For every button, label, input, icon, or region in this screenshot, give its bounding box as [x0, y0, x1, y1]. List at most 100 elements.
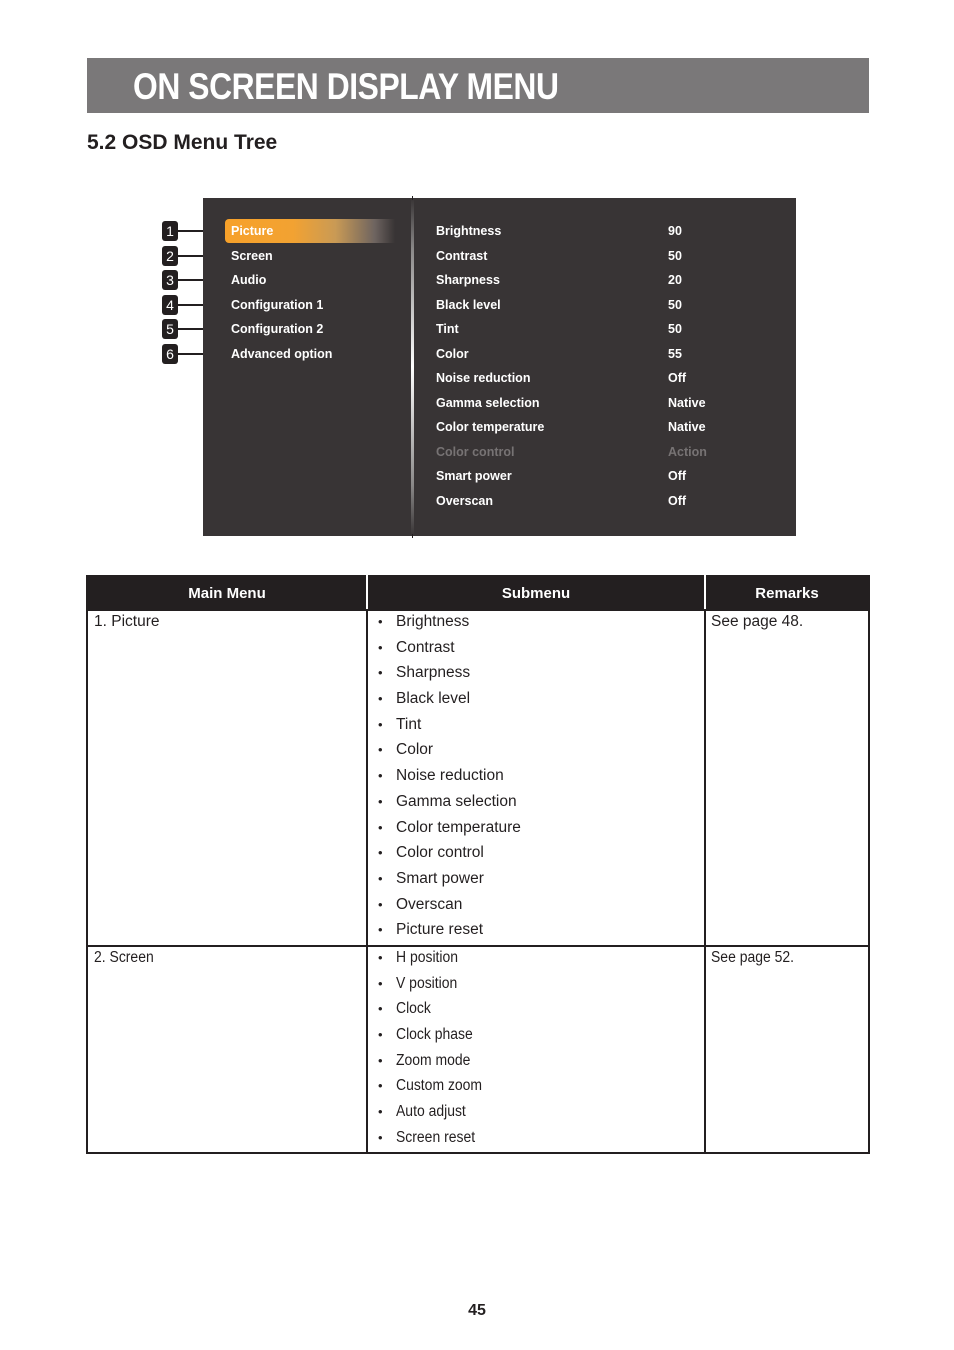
osd-setting-value: 50 [668, 322, 682, 336]
callout-number-badge: 4 [162, 294, 178, 315]
bullet-icon: • [378, 614, 383, 629]
osd-setting-label[interactable]: Smart power [436, 469, 512, 483]
bullet-icon: • [378, 1052, 383, 1068]
list-item: • Gamma selection [378, 791, 704, 817]
main-menu-label: 1. Picture [94, 613, 160, 630]
submenu-item-label: Brightness [396, 613, 470, 630]
osd-setting-label[interactable]: Color [436, 347, 469, 361]
osd-panel-divider [411, 198, 414, 536]
bullet-icon: • [378, 1129, 383, 1145]
submenu-item-label: Overscan [396, 895, 463, 913]
list-item: • Brightness [378, 611, 704, 637]
osd-divider-tick-top [412, 196, 413, 200]
bullet-icon: • [378, 922, 383, 938]
osd-main-item-configuration-1[interactable]: Configuration 1 [225, 293, 395, 317]
bullet-icon: • [378, 639, 383, 655]
osd-setting-label[interactable]: Gamma selection [436, 396, 540, 410]
list-item: • Auto adjust [378, 1101, 704, 1127]
list-item: • Sharpness [378, 662, 704, 688]
submenu-item-label: Screen reset [396, 1128, 476, 1146]
bullet-icon: • [378, 665, 383, 681]
submenu-item-label: Noise reduction [396, 767, 504, 785]
osd-setting-value: Native [668, 420, 706, 434]
submenu-item-label: H position [396, 948, 459, 966]
header-main-menu: Main Menu [86, 575, 368, 611]
menu-tree-table: Main Menu Submenu Remarks 1. Picture • Bri… [86, 575, 870, 1155]
osd-setting-label[interactable]: Tint [436, 322, 459, 336]
osd-setting-value: 50 [668, 248, 682, 263]
bullet-icon: • [378, 896, 383, 912]
page-number: 45 [468, 1302, 486, 1319]
list-item: • Color temperature [378, 817, 704, 843]
osd-main-item-advanced-option[interactable]: Advanced option [225, 342, 395, 366]
osd-setting-label[interactable]: Contrast [436, 249, 487, 263]
bullet-icon: • [378, 793, 383, 809]
submenu-item-label: Gamma selection [396, 792, 517, 810]
section-title: 5.2 OSD Menu Tree [87, 131, 278, 154]
submenu-item-label: Picture reset [396, 921, 484, 939]
list-item: • Overscan [378, 894, 704, 920]
submenu-item-label: Color control [396, 844, 484, 862]
submenu-item-label: Auto adjust [396, 1103, 466, 1121]
osd-setting-value: Off [668, 371, 687, 385]
list-item: • Noise reduction [378, 765, 704, 791]
submenu-item-label: V position [396, 974, 458, 992]
bullet-icon: • [378, 1001, 383, 1017]
osd-setting-label[interactable]: Black level [436, 298, 501, 312]
bullet-icon: • [378, 1104, 383, 1120]
osd-setting-value: 55 [668, 346, 682, 361]
remarks-page-reference: See page 48. [711, 613, 804, 630]
submenu-item-label: Sharpness [396, 664, 471, 682]
callout-number-badge: 3 [162, 270, 178, 291]
list-item: • Clock [378, 998, 704, 1024]
bullet-icon: • [378, 768, 383, 784]
callout-number-badge: 5 [162, 319, 178, 340]
submenu-item-label: Custom zoom [396, 1077, 483, 1095]
chapter-title: ON SCREEN DISPLAY MENU [133, 66, 559, 107]
osd-setting-value: Off [668, 493, 687, 508]
osd-main-item-screen[interactable]: Screen [225, 244, 395, 268]
osd-setting-label[interactable]: Brightness [436, 224, 501, 238]
remarks-page-reference: See page 52. [711, 948, 795, 966]
bullet-icon: • [378, 975, 383, 991]
table-row: 2. Screen • H position • V position • Clock • Cl… [86, 944, 870, 1155]
osd-setting-label[interactable]: Sharpness [436, 273, 500, 287]
list-item: • H position [378, 947, 704, 973]
osd-main-item-audio[interactable]: Audio [225, 268, 395, 292]
osd-setting-label[interactable]: Noise reduction [436, 371, 530, 385]
submenu-item-label: Tint [396, 715, 422, 733]
osd-main-item-configuration-2[interactable]: Configuration 2 [225, 317, 395, 341]
osd-setting-value: 90 [668, 224, 682, 238]
osd-setting-label[interactable]: Color temperature [436, 420, 544, 434]
list-item: • Black level [378, 688, 704, 714]
cell-remarks: See page 52. [704, 944, 870, 1155]
submenu-item-label: Color temperature [396, 818, 521, 836]
osd-setting-value: Action [668, 444, 707, 459]
header-submenu: Submenu [366, 575, 706, 611]
callout-number-badge: 6 [162, 344, 178, 364]
list-item: • Clock phase [378, 1024, 704, 1050]
callout-number-badge: 2 [162, 245, 178, 266]
list-item: • V position [378, 973, 704, 999]
list-item: • Custom zoom [378, 1075, 704, 1101]
bullet-icon: • [378, 949, 383, 965]
osd-menu-screenshot: Picture Screen Audio Configuration 1 Configu… [203, 196, 796, 538]
list-item: • Color control [378, 842, 704, 868]
bullet-icon: • [378, 845, 383, 861]
cell-main-menu: 2. Screen [86, 944, 368, 1155]
submenu-list: • Brightness • Contrast • Sharpness • Black lev… [368, 611, 704, 945]
cell-submenu: • H position • V position • Clock • Clock phase… [366, 944, 706, 1155]
main-menu-label: 2. Screen [94, 948, 154, 966]
header-remarks: Remarks [704, 575, 870, 611]
chapter-banner: ON SCREEN DISPLAY MENU [87, 58, 869, 113]
bullet-icon: • [378, 819, 383, 835]
osd-main-item-picture[interactable]: Picture [225, 219, 395, 243]
list-item: • Screen reset [378, 1127, 704, 1153]
osd-setting-label[interactable]: Overscan [436, 494, 493, 508]
cell-submenu: • Brightness • Contrast • Sharpness • Black lev… [366, 609, 706, 947]
list-item: • Picture reset [378, 919, 704, 945]
bullet-icon: • [378, 1027, 383, 1042]
bullet-icon: • [378, 691, 383, 707]
list-item: • Contrast [378, 637, 704, 663]
submenu-item-label: Clock [396, 1000, 431, 1018]
